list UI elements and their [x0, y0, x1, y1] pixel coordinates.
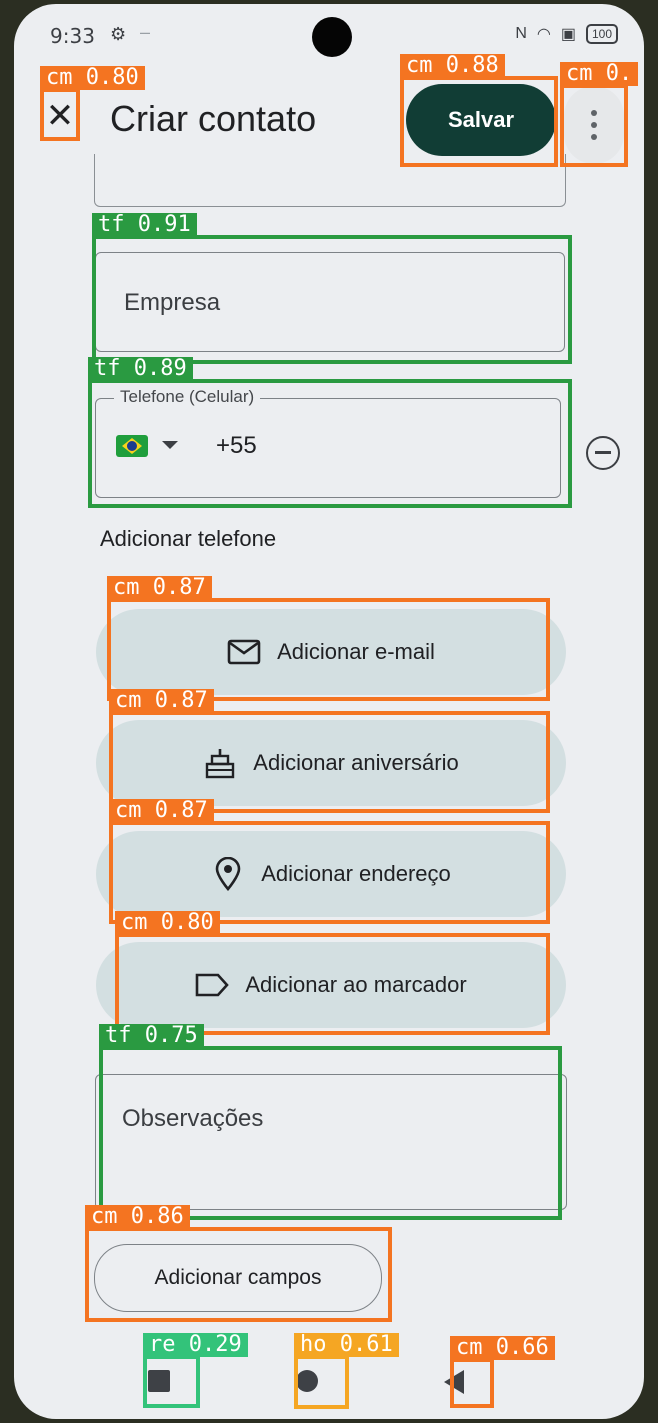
- detection-label: cm 0.66: [450, 1336, 555, 1360]
- camera-cutout: [312, 17, 352, 57]
- detection-label: re 0.29: [143, 1333, 248, 1357]
- page-title: Criar contato: [110, 98, 317, 139]
- detection-box: cm 0.66: [450, 1336, 555, 1408]
- detection-label: tf 0.91: [92, 213, 197, 237]
- status-bar: 9:33 ⚙ – N ◠ ▣ 100: [14, 4, 644, 64]
- detection-box: cm 0.87: [109, 799, 550, 924]
- status-time: 9:33: [50, 24, 95, 48]
- sim-icon: ▣: [560, 26, 576, 43]
- detection-label: cm 0.86: [85, 1205, 190, 1229]
- detection-label: tf 0.75: [99, 1024, 204, 1048]
- status-dash: –: [140, 22, 151, 42]
- detection-label: cm 0.: [560, 62, 639, 86]
- detection-label: cm 0.88: [400, 54, 505, 78]
- status-icons: N ◠ ▣ 100: [515, 24, 618, 44]
- detection-label: cm 0.87: [109, 689, 214, 713]
- detection-label: cm 0.87: [107, 576, 212, 600]
- detection-label: cm 0.80: [40, 66, 145, 90]
- detection-box: cm 0.88: [400, 54, 558, 167]
- detection-box: ho 0.61: [294, 1333, 399, 1409]
- settings-gear-icon: ⚙: [110, 24, 127, 44]
- detection-box: tf 0.89: [88, 357, 572, 508]
- detection-label: cm 0.87: [109, 799, 214, 823]
- add-phone-link[interactable]: Adicionar telefone: [100, 526, 276, 552]
- detection-box: cm 0.86: [85, 1205, 392, 1322]
- detection-box: cm 0.: [560, 62, 639, 167]
- wifi-icon: ◠: [536, 26, 551, 43]
- detection-box: cm 0.87: [107, 576, 550, 701]
- detection-label: ho 0.61: [294, 1333, 399, 1357]
- detection-label: tf 0.89: [88, 357, 193, 381]
- detection-label: cm 0.80: [115, 911, 220, 935]
- detection-box: tf 0.91: [92, 213, 572, 364]
- detection-box: cm 0.80: [40, 66, 145, 141]
- detection-box: tf 0.75: [99, 1024, 562, 1220]
- detection-box: re 0.29: [143, 1333, 248, 1408]
- nfc-icon: N: [515, 25, 527, 42]
- battery-indicator: 100: [585, 24, 618, 44]
- detection-box: cm 0.80: [115, 911, 550, 1035]
- remove-circle-icon[interactable]: [586, 436, 620, 470]
